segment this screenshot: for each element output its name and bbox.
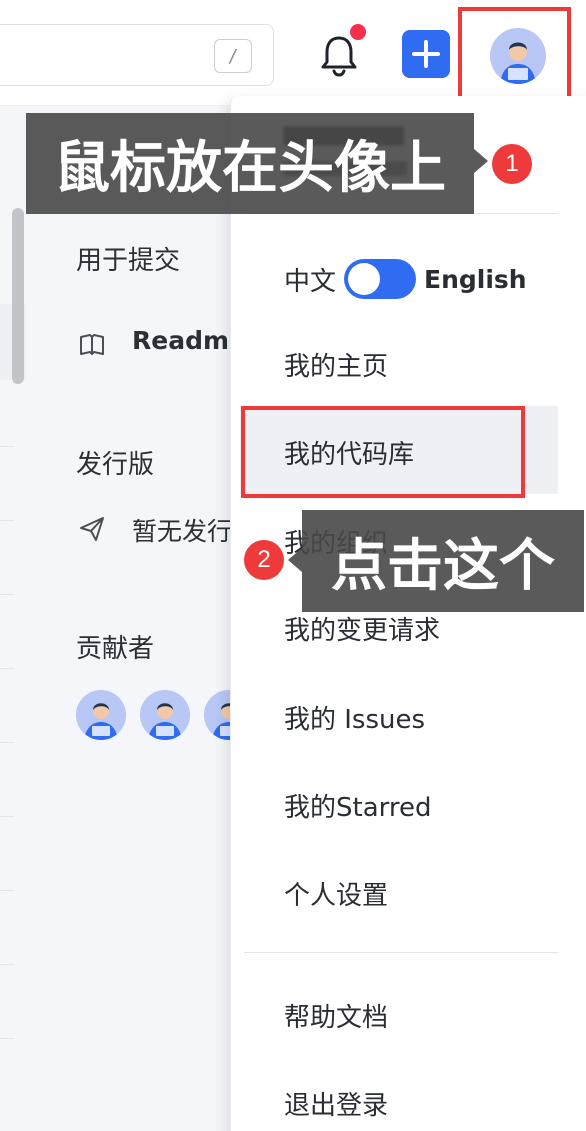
contributor-avatar[interactable]	[76, 690, 126, 740]
language-toggle[interactable]	[344, 259, 417, 299]
list-divider	[0, 964, 14, 965]
step2-badge: 2	[244, 540, 284, 580]
menu-item-my-homepage[interactable]: 我的主页	[284, 346, 388, 383]
step1-badge: 1	[492, 144, 532, 184]
list-divider	[0, 668, 14, 669]
list-divider	[0, 890, 14, 891]
list-divider	[0, 594, 14, 595]
no-release-text: 暂无发行	[132, 517, 233, 546]
list-divider	[0, 446, 14, 447]
step2-tooltip: 点击这个	[302, 510, 584, 612]
menu-item-logout[interactable]: 退出登录	[284, 1085, 388, 1122]
menu-item-my-issues[interactable]: 我的 Issues	[284, 699, 425, 736]
menu-item-my-pull-requests[interactable]: 我的变更请求	[284, 610, 440, 647]
plus-icon[interactable]	[402, 30, 450, 78]
list-divider	[0, 1038, 14, 1039]
contributor-avatar[interactable]	[140, 690, 190, 740]
language-toggle-row[interactable]: 中文 English	[284, 258, 527, 300]
list-divider	[0, 520, 14, 521]
my-repositories-highlight-box	[241, 406, 525, 498]
menu-item-help-docs[interactable]: 帮助文档	[284, 997, 388, 1034]
step1-tooltip: 鼠标放在头像上	[26, 113, 474, 214]
search-shortcut-key: /	[214, 39, 252, 73]
commit-label: 用于提交	[76, 246, 181, 276]
menu-item-personal-settings[interactable]: 个人设置	[284, 875, 388, 912]
menu-item-my-starred[interactable]: 我的Starred	[284, 787, 431, 824]
step1-tooltip-arrow	[474, 149, 488, 173]
list-divider	[0, 742, 14, 743]
contributors-label: 贡献者	[76, 634, 155, 664]
language-zh-label: 中文	[284, 266, 337, 297]
send-icon	[80, 517, 104, 541]
book-icon	[80, 334, 104, 355]
scrollbar[interactable]	[12, 208, 24, 384]
language-en-label: English	[424, 264, 527, 294]
list-divider	[0, 816, 14, 817]
step2-tooltip-arrow	[288, 548, 302, 572]
menu-divider	[244, 952, 558, 953]
toggle-knob	[348, 263, 381, 295]
readme-link[interactable]: Readme	[132, 326, 246, 355]
release-label: 发行版	[76, 450, 155, 480]
notification-dot	[350, 24, 366, 40]
